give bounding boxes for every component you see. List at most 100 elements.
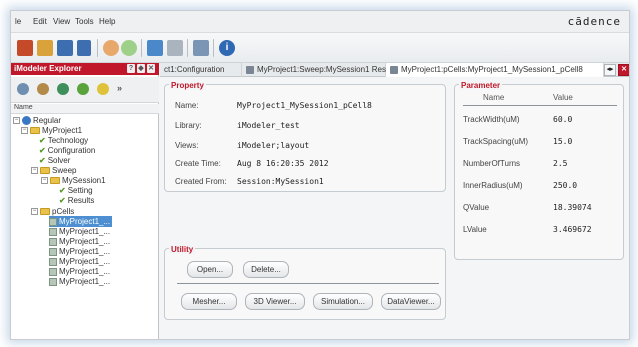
- menu-view[interactable]: View: [53, 17, 70, 26]
- prop-library-value: iModeler_test: [237, 121, 300, 130]
- param-name: QValue: [463, 203, 490, 212]
- toolbar-divider: [97, 39, 98, 57]
- param-col-name: Name: [483, 93, 505, 102]
- collapse-icon[interactable]: −: [41, 177, 48, 185]
- param-name: InnerRadius(uM): [463, 181, 523, 190]
- tab-configuration[interactable]: ct1:Configuration: [160, 63, 242, 77]
- info-icon[interactable]: i: [219, 40, 235, 56]
- check-icon: ✔: [59, 196, 66, 206]
- tree-label: MyProject1_...: [59, 237, 111, 246]
- window-icon[interactable]: [147, 40, 163, 56]
- divider: [177, 283, 439, 284]
- 3d-viewer-button[interactable]: 3D Viewer...: [245, 293, 305, 310]
- more-icon[interactable]: »: [117, 83, 129, 95]
- param-value[interactable]: 15.0: [553, 137, 572, 146]
- toolbar-divider: [141, 39, 142, 57]
- menu-help[interactable]: Help: [99, 17, 115, 26]
- main-toolbar: i: [11, 33, 629, 63]
- delete-button[interactable]: Delete...: [243, 261, 289, 278]
- tree-label: MyProject1_...: [59, 267, 111, 276]
- undo-icon[interactable]: [103, 40, 119, 56]
- float-icon[interactable]: ◆: [137, 64, 145, 73]
- explorer-toolbar: »: [11, 77, 159, 103]
- editor-tab-bar: ct1:Configuration MyProject1:Sweep:MySes…: [160, 63, 629, 77]
- menu-file[interactable]: le: [15, 17, 21, 26]
- tree-label: Setting: [67, 186, 93, 195]
- redo-icon[interactable]: [121, 40, 137, 56]
- dataviewer-button[interactable]: DataViewer...: [381, 293, 441, 310]
- explorer-panel: iModeler Explorer ? ◆ ✕ » Name − Regular …: [11, 63, 159, 339]
- pcell-icon: [49, 257, 57, 266]
- collapse-icon[interactable]: −: [13, 117, 20, 125]
- simulation-button[interactable]: Simulation...: [313, 293, 373, 310]
- properties-icon[interactable]: [97, 83, 109, 95]
- param-value[interactable]: 250.0: [553, 181, 577, 190]
- tree-label: Sweep: [52, 166, 77, 175]
- save-icon[interactable]: [57, 40, 73, 56]
- collapse-icon[interactable]: −: [31, 167, 38, 175]
- param-header-rule: [463, 105, 617, 106]
- pcell-icon: [49, 247, 57, 256]
- mesher-button[interactable]: Mesher...: [181, 293, 237, 310]
- cadence-logo: cādence: [567, 15, 621, 28]
- new-icon[interactable]: [17, 40, 33, 56]
- pcell-icon: [49, 267, 57, 276]
- param-value[interactable]: 2.5: [553, 159, 567, 168]
- tree-label: MyProject1_...: [59, 277, 111, 286]
- prop-name-value: MyProject1_MySession1_pCell8: [237, 101, 372, 110]
- tree-label: Regular: [33, 116, 62, 125]
- prop-created-from-label: Created From:: [175, 177, 227, 186]
- open-folder-icon[interactable]: [37, 40, 53, 56]
- menu-bar: le Edit View Tools Help cādence: [11, 11, 629, 33]
- param-value[interactable]: 3.469672: [553, 225, 592, 234]
- param-value[interactable]: 60.0: [553, 115, 572, 124]
- run-icon[interactable]: [77, 83, 89, 95]
- prop-created-from-value: Session:MySession1: [237, 177, 324, 186]
- save-all-icon[interactable]: [77, 40, 91, 56]
- tab-scroll-icon[interactable]: ◂▸: [604, 64, 616, 76]
- print-icon[interactable]: [167, 40, 183, 56]
- close-tab-icon[interactable]: ✕: [618, 64, 629, 76]
- close-icon[interactable]: ✕: [147, 64, 155, 73]
- collapse-icon[interactable]: −: [31, 208, 38, 216]
- app-window: le Edit View Tools Help cādence i iModel…: [10, 10, 630, 340]
- up-icon[interactable]: [17, 83, 29, 95]
- folder-icon: [50, 177, 60, 185]
- folder-icon: [40, 208, 50, 216]
- pcell-icon: [49, 277, 57, 286]
- parameter-group: Parameter Name Value TrackWidth(uM) 60.0…: [454, 81, 624, 260]
- tree-label: MySession1: [62, 176, 106, 185]
- layout-icon[interactable]: [193, 40, 209, 56]
- collapse-icon[interactable]: −: [21, 127, 28, 135]
- folder-icon: [40, 167, 50, 175]
- utility-group: Utility Open... Delete... Mesher... 3D V…: [164, 245, 446, 320]
- param-value[interactable]: 18.39074: [553, 203, 592, 212]
- toolbar-divider: [213, 39, 214, 57]
- utility-title: Utility: [169, 245, 196, 254]
- tab-pcell[interactable]: MyProject1:pCells:MyProject1_MySession1_…: [386, 63, 604, 77]
- menu-edit[interactable]: Edit: [33, 17, 47, 26]
- param-name: TrackWidth(uM): [463, 115, 520, 124]
- explorer-title: iModeler Explorer: [14, 64, 82, 73]
- parameter-title: Parameter: [459, 81, 503, 90]
- help-icon[interactable]: ?: [127, 64, 135, 73]
- tree-label: MyProject1_...: [59, 227, 111, 236]
- menu-tools[interactable]: Tools: [75, 17, 94, 26]
- prop-library-label: Library:: [175, 121, 202, 130]
- tree-node-pcell[interactable]: MyProject1_...: [49, 276, 110, 287]
- folder-icon: [30, 127, 40, 135]
- open-button[interactable]: Open...: [187, 261, 233, 278]
- tree-label: Results: [67, 196, 95, 205]
- prop-create-time-value: Aug 8 16:20:35 2012: [237, 159, 329, 168]
- prop-create-time-label: Create Time:: [175, 159, 221, 168]
- toolbar-divider: [187, 39, 188, 57]
- tree-label: Technology: [47, 136, 89, 145]
- tab-sweep-results[interactable]: MyProject1:Sweep:MySession1 Results: [242, 63, 398, 77]
- tree-node-results[interactable]: ✔ Results: [59, 195, 94, 206]
- down-icon[interactable]: [37, 83, 49, 95]
- refresh-icon[interactable]: [57, 83, 69, 95]
- pcell-icon: [49, 217, 57, 226]
- tree-label: Configuration: [47, 146, 96, 155]
- prop-views-label: Views:: [175, 141, 199, 150]
- tree-label: MyProject1_...: [59, 247, 111, 256]
